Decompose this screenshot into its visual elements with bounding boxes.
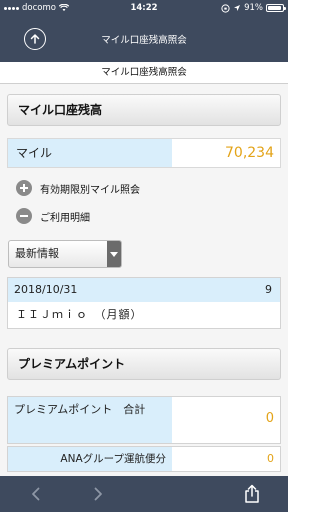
status-bar: docomo 14:22 91% — [0, 0, 288, 18]
chevron-left-icon — [32, 487, 40, 501]
plus-circle-icon — [16, 180, 32, 196]
ana-group-row: ANAグループ運航便分 0 — [7, 446, 281, 472]
filter-select[interactable]: 最新情報 — [8, 240, 122, 268]
status-right: 91% — [221, 3, 286, 13]
chevron-down-icon — [107, 241, 121, 267]
expiry-mile-link[interactable]: 有効期限別マイル照会 — [16, 180, 140, 196]
usage-detail-link[interactable]: ご利用明細 — [16, 208, 90, 224]
location-icon — [234, 5, 241, 11]
prev-button[interactable] — [24, 482, 48, 506]
battery-icon — [266, 4, 286, 12]
detail-date: 2018/10/31 — [14, 283, 78, 296]
detail-description: ＩＩＪｍｉｏ （月額） — [16, 308, 143, 321]
mile-label: マイル — [8, 139, 172, 167]
battery-percent: 91% — [244, 3, 263, 13]
premium-total-value: 0 — [265, 411, 274, 426]
premium-total-row: プレミアムポイント 合計 0 — [7, 396, 281, 444]
app-header: マイル口座残高照会 — [0, 18, 288, 62]
expiry-mile-label: 有効期限別マイル照会 — [40, 184, 140, 196]
header-title: マイル口座残高照会 — [101, 35, 187, 46]
next-button[interactable] — [86, 482, 110, 506]
ana-group-value: 0 — [267, 452, 274, 465]
screen-lock-icon — [221, 3, 230, 13]
chevron-right-icon — [94, 487, 102, 501]
main-content: マイル口座残高 マイル 70,234 有効期限別マイル照会 ご利用明細 最新情報… — [0, 84, 288, 476]
detail-header: 2018/10/31 9 — [8, 278, 280, 302]
detail-number: 9 — [265, 283, 272, 296]
ana-group-label: ANAグループ運航便分 — [8, 447, 172, 471]
usage-detail-label: ご利用明細 — [40, 212, 90, 224]
usage-detail-card: 2018/10/31 9 ＩＩＪｍｉｏ （月額） — [7, 277, 281, 329]
minus-circle-icon — [16, 208, 32, 224]
battery-fill — [268, 6, 281, 10]
page-title: マイル口座残高照会 — [0, 62, 288, 84]
mile-value: 70,234 — [225, 145, 274, 161]
bottom-toolbar — [0, 476, 288, 512]
premium-total-label: プレミアムポイント 合計 — [8, 397, 172, 443]
share-icon — [245, 484, 259, 503]
share-button[interactable] — [240, 482, 264, 506]
mile-balance-row: マイル 70,234 — [7, 138, 281, 168]
mile-section-header: マイル口座残高 — [7, 94, 281, 126]
premium-section-header: プレミアムポイント — [7, 348, 281, 380]
filter-select-value: 最新情報 — [15, 247, 59, 260]
